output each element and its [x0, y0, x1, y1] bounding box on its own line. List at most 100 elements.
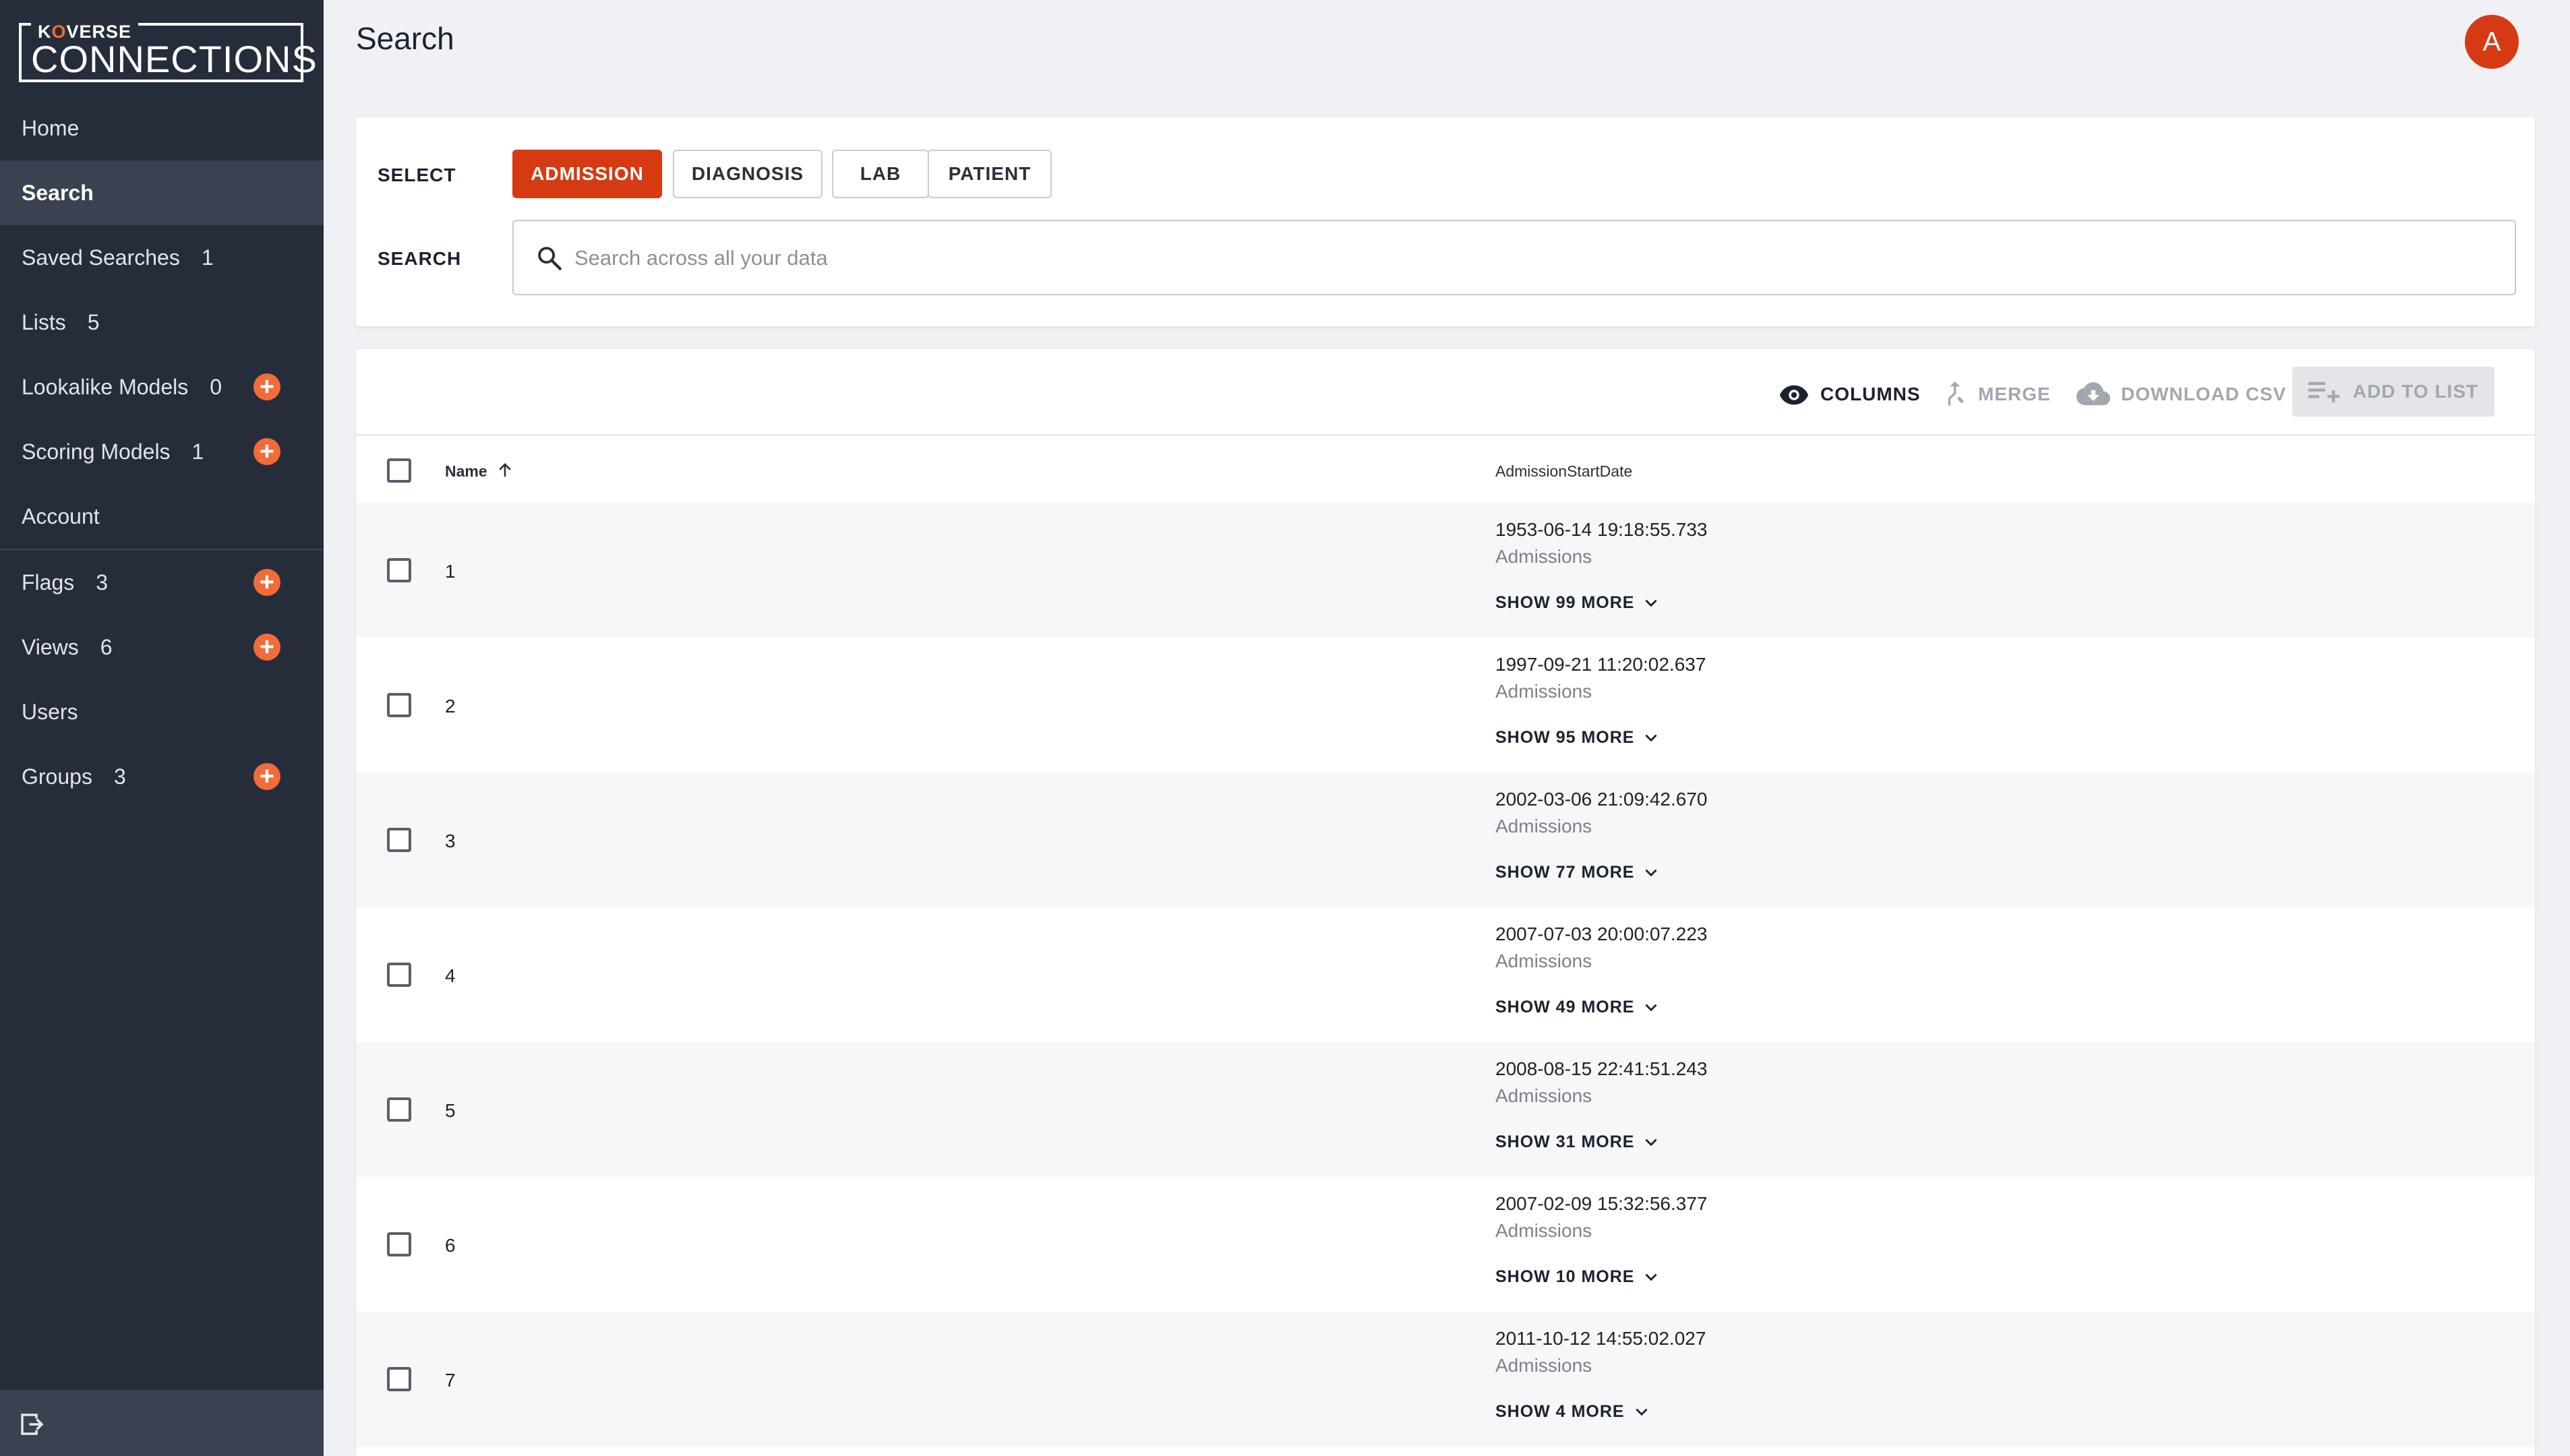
show-more-label: SHOW 49 MORE [1495, 998, 1635, 1017]
row-checkbox[interactable] [387, 963, 411, 987]
row-name: 1 [445, 561, 456, 582]
add-to-list-button[interactable]: ADD TO LIST [2292, 367, 2494, 417]
show-more-button[interactable]: SHOW 77 MORE [1495, 863, 1660, 882]
show-more-button[interactable]: SHOW 4 MORE [1495, 1402, 1650, 1422]
search-box[interactable] [512, 220, 2516, 295]
search-input[interactable] [574, 239, 2462, 278]
merge-label: MERGE [1978, 384, 2051, 404]
sidebar-item-views[interactable]: Views 6 + [0, 615, 324, 679]
chevron-down-icon [1645, 1004, 1658, 1011]
column-header-name[interactable]: Name [445, 462, 487, 481]
download-csv-button[interactable]: DOWNLOAD CSV [2076, 369, 2286, 419]
show-more-button[interactable]: SHOW 10 MORE [1495, 1267, 1660, 1287]
sidebar-item-label: Scoring Models [22, 439, 171, 464]
add-lookalike-model-icon[interactable]: + [253, 373, 280, 400]
column-header-admission-start-date[interactable]: AdmissionStartDate [1495, 462, 1632, 481]
sidebar-item-label: Lists [22, 309, 66, 334]
user-avatar[interactable]: A [2465, 15, 2519, 69]
sidebar-item-count: 1 [191, 439, 204, 464]
row-admission-date: 1997-09-21 11:20:02.637 [1495, 654, 1706, 675]
row-admission-date: 1953-06-14 19:18:55.733 [1495, 519, 1708, 540]
sidebar-item-groups[interactable]: Groups 3 + [0, 744, 324, 809]
sidebar-item-count: 5 [87, 309, 100, 334]
sidebar-item-lists[interactable]: Lists 5 [0, 290, 324, 355]
chevron-down-icon [1645, 1273, 1658, 1281]
sidebar-item-scoring-models[interactable]: Scoring Models 1 + [0, 419, 324, 484]
sidebar-item-label: Lookalike Models [22, 374, 189, 399]
sidebar-item-flags[interactable]: Flags 3 + [0, 550, 324, 615]
show-more-label: SHOW 31 MORE [1495, 1132, 1635, 1151]
select-all-checkbox[interactable] [387, 458, 411, 483]
logout-icon[interactable] [18, 1410, 46, 1438]
row-admission-date: 2007-07-03 20:00:07.223 [1495, 923, 1708, 944]
search-label: SEARCH [378, 248, 462, 269]
table-row[interactable]: 1 1953-06-14 19:18:55.733 Admissions SHO… [356, 503, 2535, 638]
arrow-up-icon[interactable] [495, 460, 515, 480]
merge-button[interactable]: MERGE [1940, 369, 2051, 419]
row-checkbox[interactable] [387, 1097, 411, 1122]
show-more-label: SHOW 77 MORE [1495, 863, 1635, 882]
chip-lab[interactable]: LAB [832, 150, 929, 198]
chevron-down-icon [1645, 869, 1658, 876]
sidebar-item-count: 0 [210, 374, 222, 399]
row-checkbox[interactable] [387, 828, 411, 852]
eye-icon [1779, 385, 1809, 405]
table-row[interactable]: 2 1997-09-21 11:20:02.637 Admissions SHO… [356, 638, 2535, 772]
chip-patient[interactable]: PATIENT [928, 150, 1052, 198]
row-source: Admissions [1495, 1220, 1592, 1241]
sidebar-item-saved-searches[interactable]: Saved Searches 1 [0, 225, 324, 290]
add-group-icon[interactable]: + [253, 763, 280, 790]
sidebar-item-label: Users [22, 699, 78, 724]
row-checkbox[interactable] [387, 1367, 411, 1391]
table-row[interactable]: 6 2007-02-09 15:32:56.377 Admissions SHO… [356, 1177, 2535, 1312]
show-more-button[interactable]: SHOW 31 MORE [1495, 1132, 1660, 1152]
sidebar-item-label: Search [22, 180, 94, 205]
chevron-down-icon [1645, 599, 1658, 607]
row-source: Admissions [1495, 1355, 1592, 1376]
chip-admission[interactable]: ADMISSION [512, 150, 662, 198]
merge-icon [1948, 381, 1964, 406]
row-admission-date: 2002-03-06 21:09:42.670 [1495, 789, 1708, 810]
row-checkbox[interactable] [387, 558, 411, 582]
row-source: Admissions [1495, 950, 1592, 971]
row-name: 4 [445, 965, 456, 986]
sidebar-item-count: 3 [96, 570, 109, 595]
sidebar-item-account[interactable]: Account [0, 484, 324, 549]
table-row[interactable]: 5 2008-08-15 22:41:51.243 Admissions SHO… [356, 1042, 2535, 1177]
sidebar-item-home[interactable]: Home [0, 96, 324, 160]
sidebar-item-label: Home [22, 115, 80, 140]
search-icon [538, 247, 562, 270]
sidebar-item-lookalike-models[interactable]: Lookalike Models 0 + [0, 355, 324, 419]
columns-button[interactable]: COLUMNS [1779, 369, 1921, 419]
row-checkbox[interactable] [387, 1232, 411, 1256]
show-more-button[interactable]: SHOW 99 MORE [1495, 593, 1660, 613]
sidebar-item-label: Groups [22, 764, 92, 789]
row-checkbox[interactable] [387, 693, 411, 717]
chip-diagnosis[interactable]: DIAGNOSIS [673, 150, 823, 198]
logo-product: CONNECTIONS [31, 38, 318, 80]
row-name: 6 [445, 1235, 456, 1256]
chevron-down-icon [1645, 734, 1658, 741]
show-more-label: SHOW 99 MORE [1495, 593, 1635, 612]
row-name: 2 [445, 696, 456, 717]
playlist-add-icon [2308, 382, 2339, 402]
table-row[interactable]: 4 2007-07-03 20:00:07.223 Admissions SHO… [356, 907, 2535, 1042]
sidebar-item-users[interactable]: Users [0, 679, 324, 744]
cloud-download-icon [2076, 382, 2110, 406]
app-logo[interactable]: KOVERSE CONNECTIONS [19, 22, 317, 82]
add-scoring-model-icon[interactable]: + [253, 438, 280, 465]
table-row[interactable]: 7 2011-10-12 14:55:02.027 Admissions SHO… [356, 1312, 2535, 1447]
show-more-button[interactable]: SHOW 95 MORE [1495, 728, 1660, 748]
sidebar-item-label: Saved Searches [22, 245, 180, 270]
add-flag-icon[interactable]: + [253, 569, 280, 596]
row-name: 7 [445, 1370, 456, 1391]
sidebar-item-count: 1 [201, 245, 214, 270]
sidebar-item-search[interactable]: Search [0, 160, 324, 225]
show-more-button[interactable]: SHOW 49 MORE [1495, 998, 1660, 1017]
page-title: Search [356, 21, 454, 56]
table-row[interactable]: 3 2002-03-06 21:09:42.670 Admissions SHO… [356, 772, 2535, 907]
chevron-down-icon [1645, 1139, 1658, 1146]
add-view-icon[interactable]: + [253, 634, 280, 661]
add-to-list-label: ADD TO LIST [2352, 381, 2479, 402]
row-source: Admissions [1495, 681, 1592, 702]
